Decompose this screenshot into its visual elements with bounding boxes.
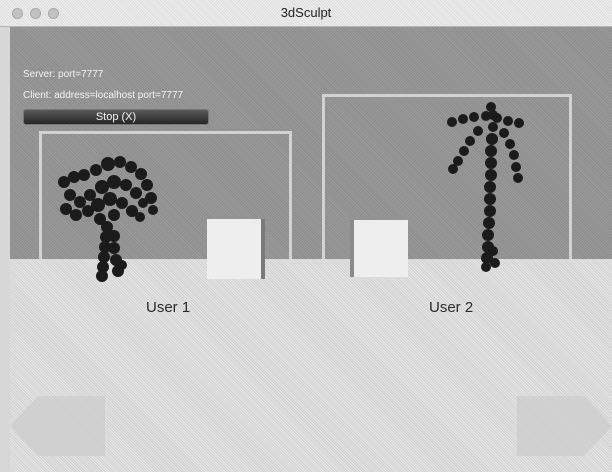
server-status-text: Server: port=7777 bbox=[23, 69, 104, 80]
window-title: 3dSculpt bbox=[280, 5, 332, 20]
stop-button[interactable]: Stop (X) bbox=[23, 109, 209, 125]
scene-viewport[interactable]: Server: port=7777 Client: address=localh… bbox=[10, 27, 612, 472]
title-bar: 3dSculpt bbox=[0, 0, 612, 27]
user1-label: User 1 bbox=[146, 299, 191, 316]
chevron-right-icon[interactable] bbox=[512, 372, 612, 472]
user2-sculpture bbox=[447, 102, 524, 272]
user2-label: User 2 bbox=[429, 299, 474, 316]
client-status-text: Client: address=localhost port=7777 bbox=[23, 90, 184, 101]
app-window: 3dSculpt Server: port=7777 Client: addre… bbox=[0, 0, 612, 472]
user1-sculpture bbox=[58, 156, 158, 282]
chevron-left-icon[interactable] bbox=[10, 372, 110, 472]
